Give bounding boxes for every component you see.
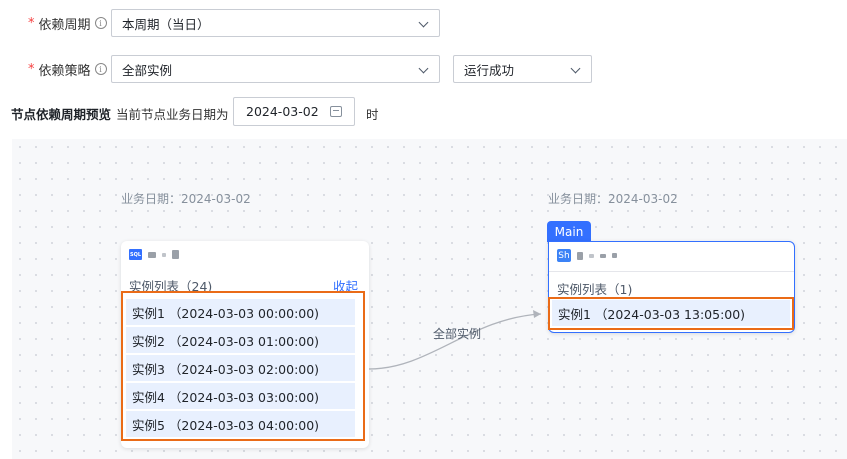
main-tag: Main: [547, 221, 591, 242]
node-name-redacted: [162, 252, 166, 257]
node-name-redacted: [172, 250, 179, 259]
period-row: * 依赖周期 i: [28, 7, 107, 39]
strategy-label: 依赖策略: [38, 63, 91, 79]
upstream-instances-highlight: [121, 291, 365, 441]
node-header: Sh: [557, 249, 617, 262]
node-header: SQL: [129, 249, 179, 260]
preview-title: 节点依赖周期预览: [11, 107, 112, 122]
shell-icon: Sh: [557, 249, 571, 262]
calendar-icon: [330, 106, 342, 117]
downstream-instance-highlight: [548, 297, 794, 330]
node-name-redacted: [612, 253, 617, 258]
biz-date-picker[interactable]: 2024-03-02: [233, 97, 355, 126]
strategy-select[interactable]: 全部实例: [111, 55, 440, 83]
node-divider: [549, 271, 794, 272]
current-date-label: 当前节点业务日期为: [116, 107, 229, 122]
downstream-biz-date: 业务日期：2024-03-02: [548, 192, 678, 206]
chevron-down-icon: [570, 63, 581, 74]
edge-label: 全部实例: [433, 327, 482, 341]
instance-list-header: 实例列表（1): [557, 282, 633, 297]
status-select[interactable]: 运行成功: [453, 55, 592, 83]
node-name-redacted: [148, 251, 156, 258]
period-select[interactable]: 本周期（当日）: [111, 9, 440, 37]
node-name-redacted: [600, 253, 606, 258]
chevron-down-icon: [418, 63, 429, 74]
period-label: 依赖周期: [38, 17, 91, 33]
info-icon[interactable]: i: [94, 63, 107, 75]
node-name-redacted: [589, 253, 594, 258]
hour-suffix: 时: [366, 107, 379, 122]
chevron-down-icon: [418, 17, 429, 28]
required-mark: *: [28, 15, 35, 31]
sql-icon: SQL: [129, 249, 142, 260]
upstream-biz-date: 业务日期：2024-03-02: [121, 192, 251, 206]
required-mark: *: [28, 61, 35, 77]
period-select-value: 本周期（当日）: [122, 16, 210, 32]
status-select-value: 运行成功: [464, 62, 515, 78]
strategy-select-value: 全部实例: [122, 62, 173, 78]
strategy-row: * 依赖策略 i: [28, 53, 107, 85]
node-name-redacted: [577, 251, 583, 260]
info-icon[interactable]: i: [94, 17, 107, 29]
biz-date-value: 2024-03-02: [246, 104, 319, 119]
